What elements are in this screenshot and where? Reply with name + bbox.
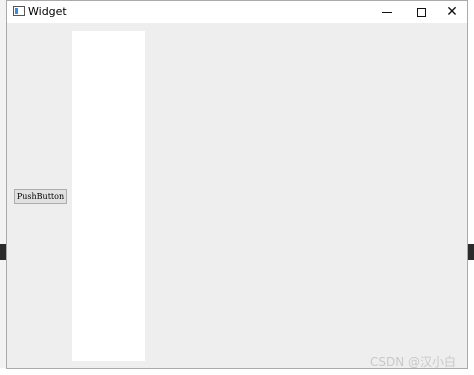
app-window-icon xyxy=(13,6,25,16)
push-button[interactable]: PushButton xyxy=(14,189,67,204)
close-button[interactable]: ✕ xyxy=(435,1,469,23)
window-title: Widget xyxy=(28,5,67,18)
watermark: CSDN @汉小白 xyxy=(370,355,457,369)
maximize-icon xyxy=(416,7,426,17)
minimize-icon xyxy=(382,11,392,13)
title-bar[interactable]: Widget ✕ xyxy=(7,1,467,23)
minimize-button[interactable] xyxy=(370,1,404,23)
widget-window: Widget ✕ PushButton xyxy=(6,0,468,369)
maximize-button[interactable] xyxy=(404,1,438,23)
close-icon: ✕ xyxy=(446,4,458,20)
list-widget[interactable] xyxy=(72,31,145,361)
background-dark-band-right xyxy=(467,244,474,260)
